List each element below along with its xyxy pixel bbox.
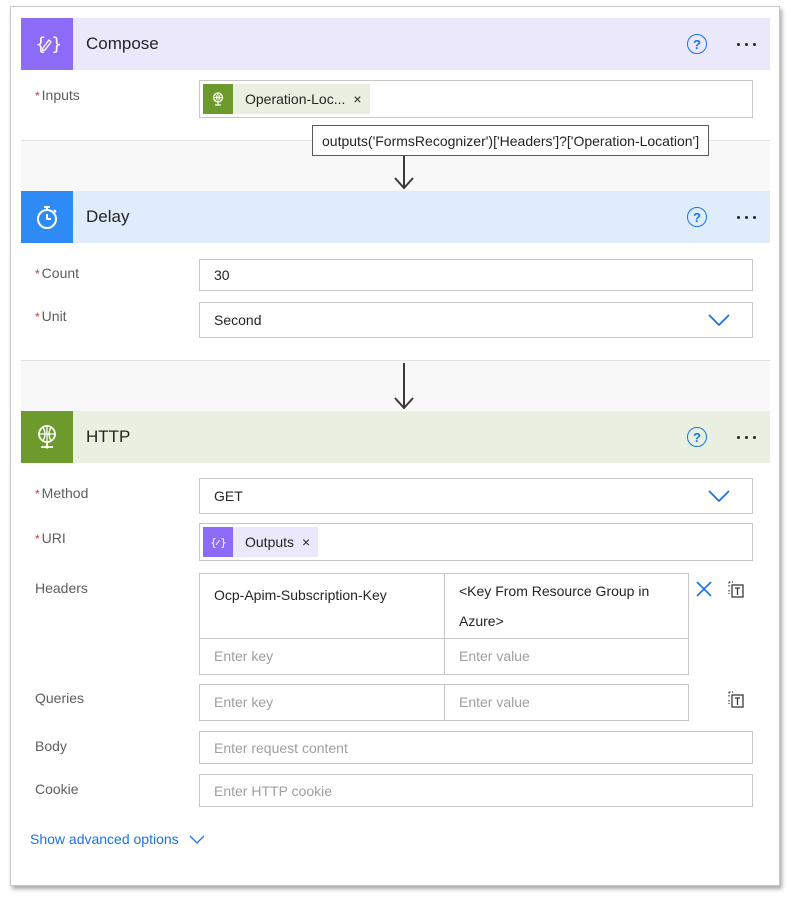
- help-icon[interactable]: ?: [687, 207, 707, 227]
- chevron-down-icon: [708, 490, 730, 502]
- header-value-input[interactable]: Enter value: [444, 639, 688, 674]
- queries-table: Enter key Enter value: [199, 684, 689, 721]
- svg-text:{: {: [35, 34, 46, 55]
- stopwatch-icon: [21, 191, 73, 243]
- body-input[interactable]: Enter request content: [199, 731, 753, 764]
- query-row: Enter key Enter value: [200, 685, 688, 720]
- compose-icon: { }: [21, 18, 73, 70]
- help-icon[interactable]: ?: [687, 427, 707, 447]
- operation-location-token[interactable]: Operation-Loc... ×: [203, 84, 370, 114]
- chevron-down-icon: [708, 314, 730, 326]
- header-row: Ocp-Apim-Subscription-Key <Key From Reso…: [200, 574, 688, 638]
- more-options-icon[interactable]: [737, 435, 756, 439]
- required-asterisk: *: [35, 89, 40, 103]
- queries-label: Queries: [35, 690, 85, 706]
- compose-icon: {}: [203, 527, 233, 557]
- cookie-label: Cookie: [35, 781, 79, 797]
- expression-tooltip: outputs('FormsRecognizer')['Headers']?['…: [312, 125, 710, 156]
- header-key-input[interactable]: Enter key: [200, 639, 444, 674]
- headers-table: Ocp-Apim-Subscription-Key <Key From Reso…: [199, 573, 689, 675]
- http-globe-icon: [203, 84, 233, 114]
- method-value: GET: [214, 488, 243, 504]
- unit-value: Second: [214, 312, 262, 328]
- unit-label: * Unit: [35, 308, 67, 324]
- method-label: * Method: [35, 485, 89, 501]
- chevron-down-icon: [189, 835, 205, 844]
- flow-designer-panel: { } Compose ? *Inputs Operation-Loc... ×…: [10, 6, 780, 886]
- compose-inputs-field[interactable]: Operation-Loc... ×: [199, 80, 753, 118]
- token-label: Outputs: [245, 534, 295, 550]
- query-key-input[interactable]: Enter key: [200, 685, 444, 720]
- delay-card-header[interactable]: Delay ?: [21, 191, 770, 243]
- headers-label: Headers: [35, 580, 88, 596]
- cookie-input[interactable]: Enter HTTP cookie: [199, 774, 753, 807]
- switch-to-text-mode-icon[interactable]: [727, 689, 745, 709]
- header-row: Enter key Enter value: [200, 638, 688, 674]
- svg-text:}: }: [51, 34, 60, 55]
- unit-dropdown[interactable]: Second: [199, 302, 753, 338]
- method-dropdown[interactable]: GET: [199, 478, 753, 514]
- svg-text:}: }: [220, 536, 226, 549]
- uri-field[interactable]: {} Outputs ×: [199, 523, 753, 561]
- token-label: Operation-Loc...: [245, 91, 346, 107]
- header-value-input[interactable]: <Key From Resource Group in Azure>: [444, 574, 688, 638]
- more-options-icon[interactable]: [737, 215, 756, 219]
- compose-card-header[interactable]: { } Compose ?: [21, 18, 770, 70]
- header-key-input[interactable]: Ocp-Apim-Subscription-Key: [200, 574, 444, 638]
- uri-label: * URI: [35, 530, 66, 546]
- compose-title: Compose: [86, 34, 159, 53]
- svg-text:{: {: [210, 536, 217, 549]
- body-label: Body: [35, 738, 67, 754]
- help-icon[interactable]: ?: [687, 34, 707, 54]
- show-advanced-options-link[interactable]: Show advanced options: [30, 831, 205, 847]
- http-card-header[interactable]: HTTP ?: [21, 411, 770, 463]
- inputs-label: * Inputs: [35, 87, 80, 103]
- count-input[interactable]: 30: [199, 259, 753, 291]
- http-globe-icon: [21, 411, 73, 463]
- remove-row-icon[interactable]: [695, 580, 713, 598]
- connector-delay-to-http: [21, 360, 770, 411]
- outputs-token[interactable]: {} Outputs ×: [203, 527, 319, 557]
- more-options-icon[interactable]: [737, 42, 756, 46]
- token-remove-icon[interactable]: ×: [353, 91, 369, 107]
- query-value-input[interactable]: Enter value: [444, 685, 688, 720]
- token-remove-icon[interactable]: ×: [302, 534, 318, 550]
- count-label: * Count: [35, 265, 80, 281]
- http-title: HTTP: [86, 427, 131, 446]
- delay-title: Delay: [86, 207, 130, 226]
- arrow-down-icon: [394, 363, 414, 410]
- switch-to-text-mode-icon[interactable]: [727, 579, 745, 599]
